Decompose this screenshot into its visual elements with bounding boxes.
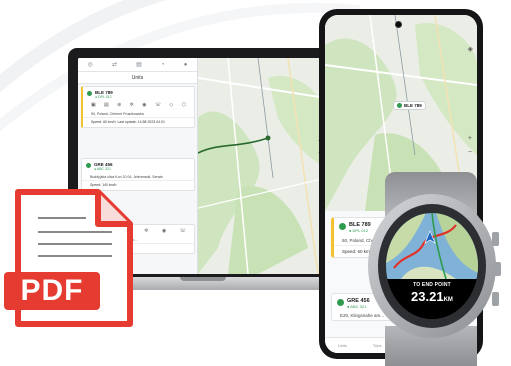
report-icon[interactable]: ▤ — [136, 61, 142, 68]
unit-speed: Speed: 60 km/h Last update: 14:58 2023.0… — [83, 117, 194, 127]
unit-status-icon — [337, 299, 344, 306]
watch-face: TO END POINT 23.21KM — [386, 213, 478, 319]
settings-icon[interactable]: ✲ — [130, 102, 134, 108]
car-marker-icon — [397, 103, 402, 108]
shield-icon[interactable]: ⬡ — [182, 102, 186, 108]
settings-icon[interactable]: ✲ — [144, 228, 148, 234]
globe-icon[interactable]: ◎ — [88, 61, 93, 68]
lock-icon[interactable]: ▤ — [104, 102, 109, 108]
unit-status-icon — [86, 163, 91, 168]
unit-last-update: Last update: 14:58 2023.04.01 — [117, 120, 165, 124]
tab-trips[interactable]: Trips — [373, 343, 382, 348]
watch-distance-unit: KM — [443, 297, 453, 303]
watch-button-bottom[interactable] — [492, 292, 499, 306]
unit-speed-value: Speed: 60 km/h — [91, 120, 116, 124]
user-icon[interactable]: ● — [184, 62, 188, 68]
unit-address: Buddyjska ulica Kon 20 04, Jelenowski, S… — [90, 175, 163, 179]
unit-actions: ▣ ▤ ⊕ ✲ ◉ ☏ ◇ ⬡ — [83, 99, 194, 111]
watch-button-top[interactable] — [492, 232, 499, 246]
phone-camera — [395, 21, 402, 28]
unit-name: GRE 456 — [94, 162, 113, 167]
watch-distance: 23.21KM — [386, 289, 478, 304]
map-zoom-plus-icon[interactable]: + — [468, 135, 472, 142]
laptop-topbar: ◎ ⇄ ▤ ◔ ● — [78, 58, 197, 72]
layers-icon[interactable]: ◈ — [468, 45, 473, 53]
watch-button-mid[interactable] — [494, 262, 501, 276]
phone-icon[interactable]: ☏ — [180, 228, 186, 234]
sensor-icon[interactable]: ◇ — [169, 102, 173, 108]
unit-card[interactable]: BLE 789 ● DPL 012 ▣ ▤ ⊕ ✲ ◉ ☏ ◇ ⬡ 50, Po… — [81, 86, 195, 128]
fuel-icon[interactable]: ◉ — [162, 228, 166, 234]
unit-status-icon — [339, 223, 346, 230]
tab-units[interactable]: Units — [338, 343, 347, 348]
fuel-icon[interactable]: ◉ — [142, 102, 146, 108]
target-icon[interactable]: ⊕ — [117, 102, 121, 108]
pdf-label: PDF — [20, 274, 84, 307]
watch-label: TO END POINT — [413, 282, 451, 288]
map-marker[interactable]: BLE 789 — [393, 101, 426, 110]
copy-icon[interactable]: ▣ — [91, 102, 96, 108]
pdf-badge: PDF — [4, 272, 100, 310]
unit-status-icon — [87, 91, 92, 96]
bell-icon[interactable]: ◔ — [161, 62, 165, 68]
panel-title: Units — [78, 72, 197, 84]
phone-icon[interactable]: ☏ — [155, 102, 161, 108]
route-icon[interactable]: ⇄ — [112, 61, 117, 68]
laptop-map[interactable]: + − — [198, 58, 326, 274]
marker-label: BLE 789 — [404, 103, 422, 108]
unit-name: BLE 789 — [95, 90, 113, 95]
laptop-notch — [180, 277, 226, 281]
map-zoom-minus-icon[interactable]: − — [468, 149, 472, 156]
watch-distance-value: 23.21 — [411, 289, 444, 304]
